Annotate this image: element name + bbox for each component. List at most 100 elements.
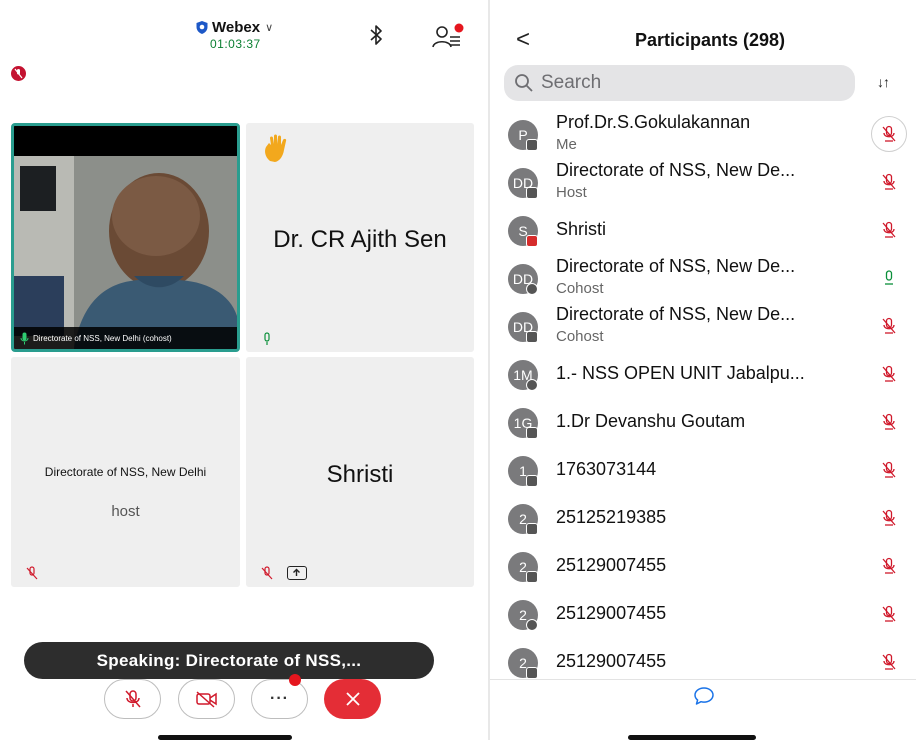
mic-muted-icon[interactable] [876,217,902,243]
participant-name: Directorate of NSS, New De... [556,304,796,324]
hand-raised-icon [265,134,287,162]
mic-muted-icon[interactable] [876,601,902,627]
participant-name: Directorate of NSS, New De... [556,256,796,276]
sync-icon [526,379,538,391]
mic-muted-icon[interactable] [876,457,902,483]
participant-row[interactable]: 2 25129007455 [490,590,916,638]
sync-icon [526,283,538,295]
participants-panel: < Participants (298) Search ↓↑ P Prof.Dr.… [490,0,916,740]
mic-muted-icon[interactable] [876,169,902,195]
meeting-timer: 01:03:37 [210,37,261,51]
mic-muted-icon [261,566,273,580]
mic-muted-icon[interactable] [876,649,902,675]
participant-name: 25129007455 [556,651,667,671]
participant-name: 1.Dr Devanshu Goutam [556,411,746,431]
sort-icon[interactable]: ↓↑ [877,74,890,90]
video-off-icon [195,691,217,708]
participant-name: 25129007455 [556,555,667,575]
more-options-button[interactable]: ··· [251,674,308,719]
bluetooth-icon[interactable] [366,24,386,46]
share-screen-icon [526,235,538,247]
close-icon [345,692,360,706]
search-input[interactable]: Search [504,65,855,101]
footer-divider [490,679,916,680]
mic-muted-icon [14,68,23,79]
mic-muted-icon[interactable] [876,361,902,387]
participant-tile-sharing[interactable]: Shristi [246,357,474,587]
video-caption-bar: Directorate of NSS, New Delhi (cohost) [14,327,237,349]
participant-row[interactable]: 1 1763073144 [490,446,916,494]
mic-icon [264,332,270,345]
tile-participant-role: host [111,503,140,520]
home-indicator[interactable] [158,735,292,740]
share-screen-icon [287,566,307,580]
mic-icon [20,332,29,344]
self-muted-indicator[interactable] [11,66,26,81]
notification-dot [289,674,301,686]
participant-row[interactable]: DD Directorate of NSS, New De... Cohost [490,254,916,302]
avatar: 2 [508,600,538,631]
avatar: 1M [508,360,538,391]
avatar: 2 [508,504,538,535]
avatar: DD [508,168,538,199]
mic-muted-icon[interactable] [871,116,907,152]
participant-row[interactable]: DD Directorate of NSS, New De... Host [490,158,916,206]
search-placeholder: Search [541,72,602,93]
video-toggle-button[interactable] [178,679,235,719]
participant-name: 25125219385 [556,507,667,527]
participant-tile-raised-hand[interactable]: Dr. CR Ajith Sen [246,123,474,352]
phone-icon [526,475,538,487]
participant-name: Directorate of NSS, New De... [556,160,796,180]
mic-muted-icon[interactable] [876,409,902,435]
participant-role: Host [556,184,587,201]
tile-participant-name: Shristi [326,461,394,488]
participant-row[interactable]: P Prof.Dr.S.Gokulakannan Me [490,110,916,158]
participant-tile-host[interactable]: Directorate of NSS, New Delhi host [11,357,240,587]
phone-icon [526,331,538,343]
avatar: DD [508,264,538,295]
participants-icon[interactable] [432,22,466,50]
avatar: S [508,216,538,247]
participant-video [14,126,237,349]
avatar: P [508,120,538,151]
video-tile-active-speaker[interactable]: Directorate of NSS, New Delhi (cohost) [11,123,240,352]
participants-title: Participants (298) [634,30,786,50]
mic-muted-icon[interactable] [876,505,902,531]
sync-icon [526,619,538,631]
avatar-initials: 2 [519,607,527,623]
participant-row[interactable]: 2 25129007455 [490,542,916,590]
participant-row[interactable]: 2 25125219385 [490,494,916,542]
phone-icon [526,187,538,199]
home-indicator[interactable] [628,735,756,740]
participant-name: Prof.Dr.S.Gokulakannan [556,112,751,132]
mute-button[interactable] [104,679,161,719]
mic-muted-icon[interactable] [876,313,902,339]
mic-muted-icon[interactable] [876,553,902,579]
phone-icon [526,571,538,583]
participant-row[interactable]: 1M 1.- NSS OPEN UNIT Jabalpu... [490,350,916,398]
app-name: Webex [212,19,261,36]
meeting-pane: Webex ∨ 01:03:37 Directorate of NSS, New… [0,0,488,740]
avatar: 1 [508,456,538,487]
avatar: 2 [508,648,538,679]
phone-icon [526,667,538,679]
participant-row[interactable]: 1G 1.Dr Devanshu Goutam [490,398,916,446]
participant-role: Cohost [556,328,604,345]
mic-muted-icon [26,566,38,580]
tile-participant-name: Dr. CR Ajith Sen [273,226,447,253]
phone-icon [526,139,538,151]
participant-name: 1.- NSS OPEN UNIT Jabalpu... [556,363,805,383]
video-caption-text: Directorate of NSS, New Delhi (cohost) [33,333,172,343]
participant-row[interactable]: S Shristi [490,206,916,254]
chat-icon[interactable] [693,686,715,706]
meeting-brand-menu[interactable]: Webex ∨ [196,19,273,36]
participant-row[interactable]: DD Directorate of NSS, New De... Cohost [490,302,916,350]
chevron-down-icon: ∨ [265,22,274,34]
avatar: DD [508,312,538,343]
tile-participant-name: Directorate of NSS, New Delhi [44,465,207,479]
speaking-banner: Speaking: Directorate of NSS,... [24,642,434,679]
search-icon [515,74,533,92]
mic-icon[interactable] [876,265,902,291]
end-call-button[interactable] [324,679,381,719]
more-icon: ··· [270,690,289,707]
